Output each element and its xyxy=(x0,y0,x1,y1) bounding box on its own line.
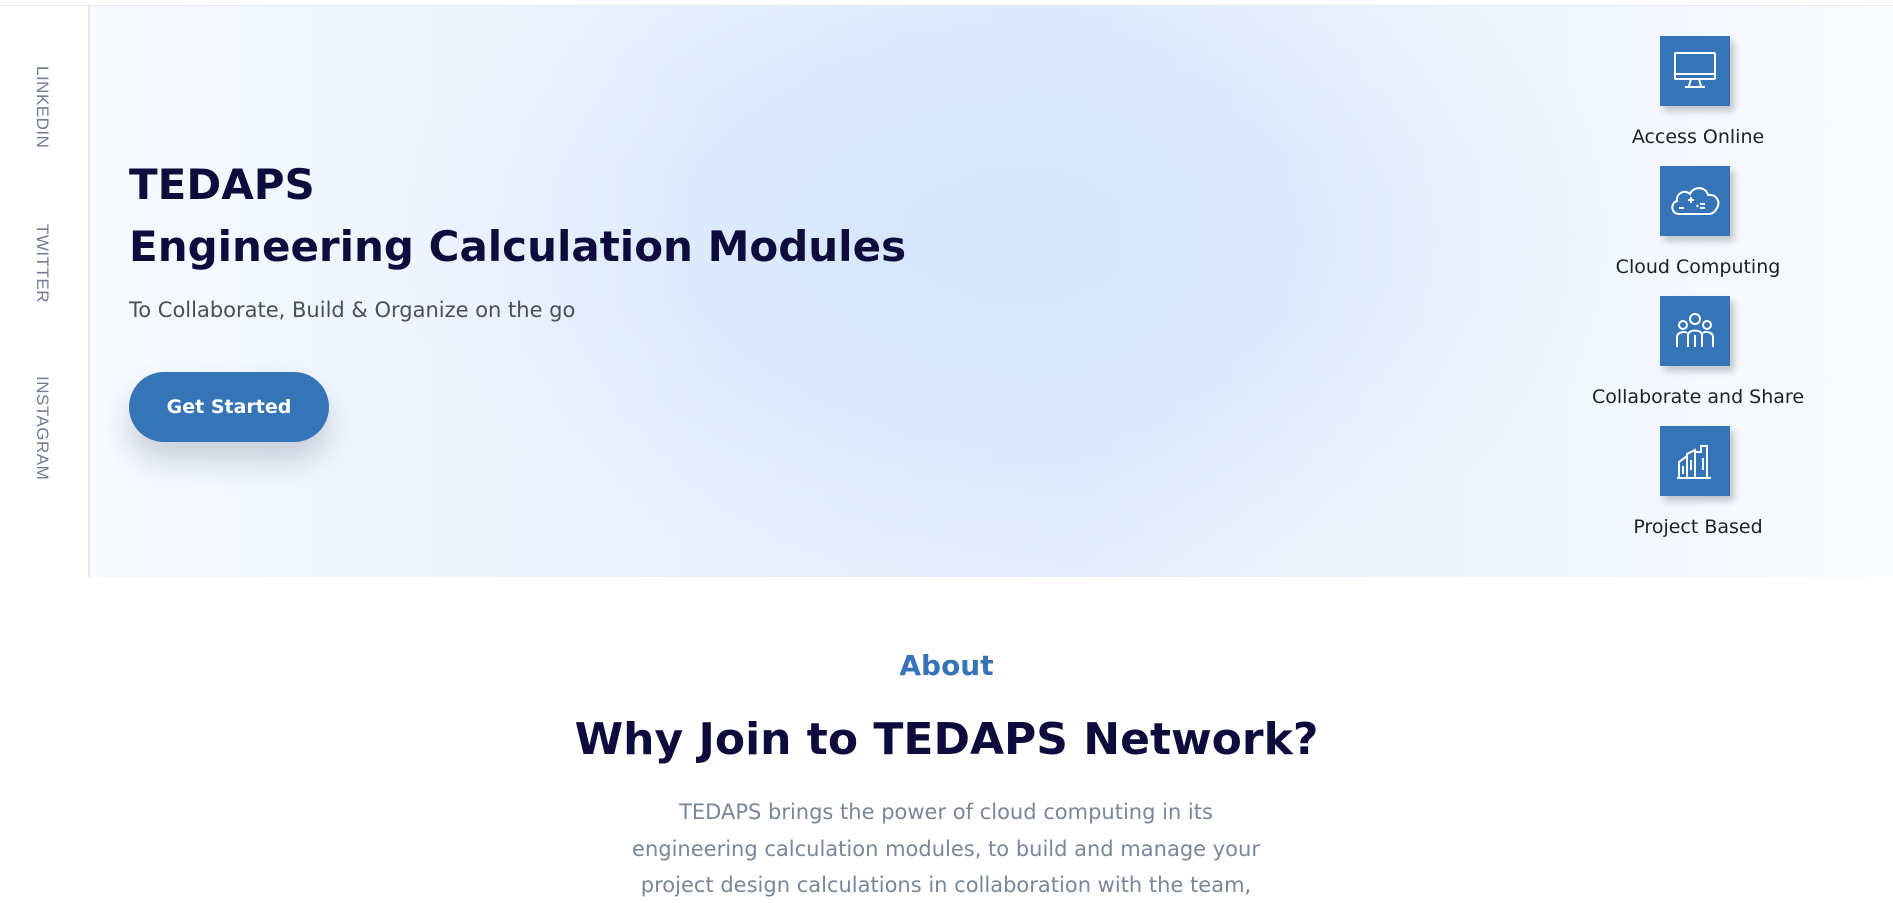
linkedin-link[interactable]: LINKEDIN xyxy=(32,66,52,148)
about-title: Why Join to TEDAPS Network? xyxy=(574,714,1319,765)
feature-access-online: Access Online xyxy=(1578,36,1818,166)
twitter-link[interactable]: TWITTER xyxy=(32,224,52,303)
hero-title: TEDAPS Engineering Calculation Modules xyxy=(129,154,906,278)
cloud-computing-icon xyxy=(1660,166,1730,236)
feature-collaborate-share: Collaborate and Share xyxy=(1578,296,1818,426)
feature-project-based: Project Based xyxy=(1578,426,1818,556)
about-text-line: project design calculations in collabora… xyxy=(640,873,1252,897)
feature-label: Access Online xyxy=(1631,126,1765,148)
feature-label: Collaborate and Share xyxy=(1591,386,1805,408)
instagram-link[interactable]: INSTAGRAM xyxy=(32,376,52,480)
page: LINKEDIN TWITTER INSTAGRAM TEDAPS Engine… xyxy=(0,0,1893,903)
about-kicker: About xyxy=(899,649,994,682)
about-text-line: engineering calculation modules, to buil… xyxy=(632,836,1260,861)
about-description: TEDAPS brings the power of cloud computi… xyxy=(596,794,1296,903)
feature-list: Access Online Cloud Computing Collaborat… xyxy=(1578,36,1818,556)
get-started-button[interactable]: Get Started xyxy=(129,372,329,442)
hero-subtitle: To Collaborate, Build & Organize on the … xyxy=(129,298,576,322)
buildings-icon xyxy=(1660,426,1730,496)
feature-label: Project Based xyxy=(1633,516,1763,538)
monitor-icon xyxy=(1660,36,1730,106)
hero-title-brand: TEDAPS xyxy=(129,160,315,209)
team-icon xyxy=(1660,296,1730,366)
hero-title-tagline: Engineering Calculation Modules xyxy=(129,222,907,271)
social-sidebar: LINKEDIN TWITTER INSTAGRAM xyxy=(0,6,90,577)
feature-label: Cloud Computing xyxy=(1615,256,1781,278)
feature-cloud-computing: Cloud Computing xyxy=(1578,166,1818,296)
about-text-line: TEDAPS brings the power of cloud computi… xyxy=(679,800,1213,824)
